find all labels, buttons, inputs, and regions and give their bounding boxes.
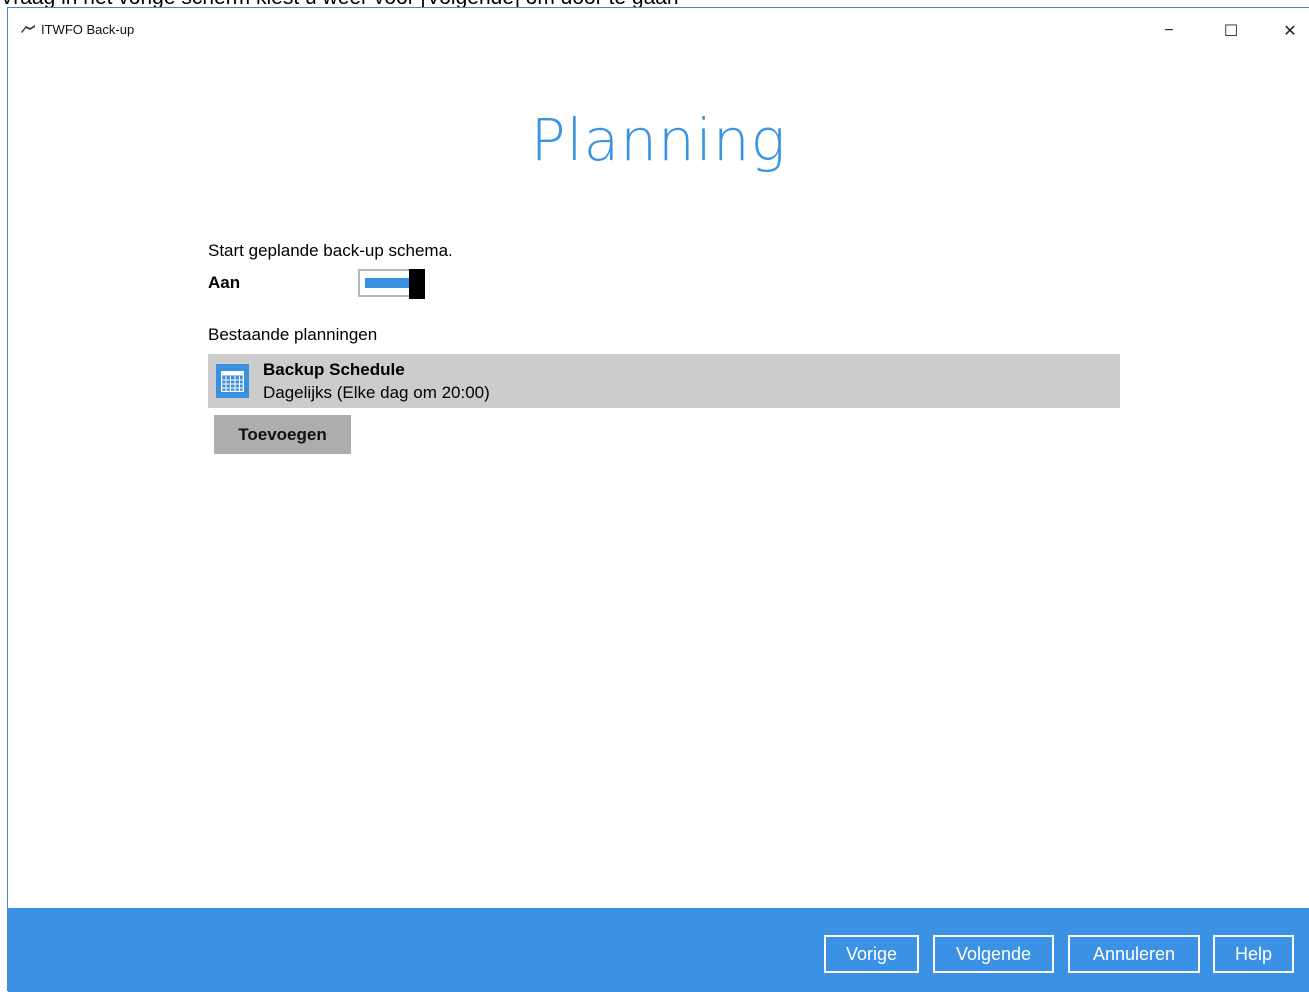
maximize-button[interactable]: ☐ bbox=[1208, 8, 1254, 53]
next-button[interactable]: Volgende bbox=[933, 935, 1054, 973]
app-logo-icon bbox=[21, 25, 35, 33]
app-window: ITWFO Back-up − ☐ ✕ Planning Start gepla… bbox=[7, 7, 1309, 992]
minimize-button[interactable]: − bbox=[1146, 8, 1192, 53]
minimize-icon: − bbox=[1164, 21, 1174, 39]
maximize-icon: ☐ bbox=[1223, 22, 1239, 40]
close-icon: ✕ bbox=[1283, 22, 1297, 40]
toggle-state-label: Aan bbox=[208, 273, 241, 292]
existing-schedules-label: Bestaande planningen bbox=[208, 325, 378, 344]
calendar-icon bbox=[216, 364, 249, 398]
help-button[interactable]: Help bbox=[1213, 935, 1294, 973]
close-button[interactable]: ✕ bbox=[1267, 8, 1309, 53]
schedule-toggle[interactable] bbox=[358, 269, 425, 299]
footer-bar: Vorige Volgende Annuleren Help bbox=[8, 908, 1309, 992]
previous-button[interactable]: Vorige bbox=[824, 935, 919, 973]
cancel-button[interactable]: Annuleren bbox=[1068, 935, 1200, 973]
page-title: Planning bbox=[530, 106, 787, 174]
title-bar: ITWFO Back-up − ☐ ✕ bbox=[8, 8, 1309, 53]
schedule-list-item[interactable]: Backup Schedule Dagelijks (Elke dag om 2… bbox=[208, 354, 1120, 408]
window-title: ITWFO Back-up bbox=[41, 22, 135, 37]
toggle-knob[interactable] bbox=[409, 269, 425, 299]
toggle-track-fill bbox=[365, 278, 410, 288]
schedule-name: Backup Schedule bbox=[263, 360, 405, 379]
add-schedule-button[interactable]: Toevoegen bbox=[214, 415, 351, 454]
schedule-intro-label: Start geplande back-up schema. bbox=[208, 241, 453, 260]
schedule-description: Dagelijks (Elke dag om 20:00) bbox=[263, 383, 490, 402]
